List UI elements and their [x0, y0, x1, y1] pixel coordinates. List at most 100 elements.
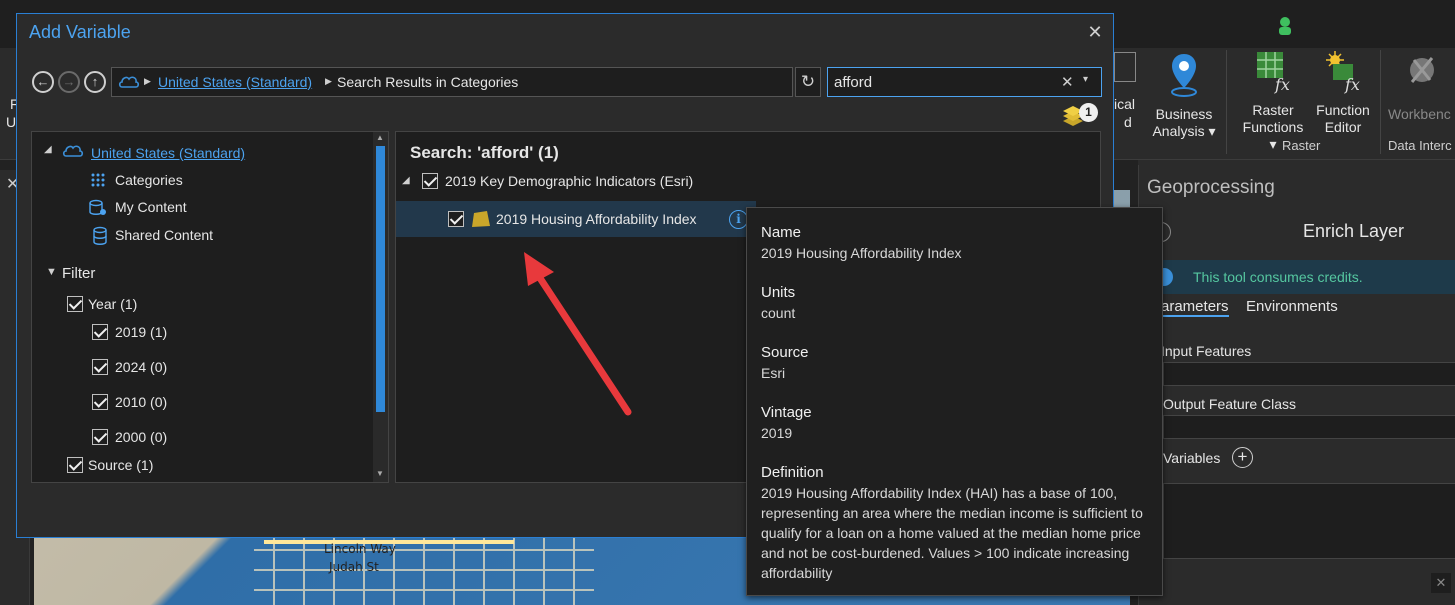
- geoprocessing-pane-title: Geoprocessing: [1147, 177, 1275, 198]
- breadcrumb-current: Search Results in Categories: [337, 74, 519, 90]
- category-label[interactable]: 2019 Key Demographic Indicators (Esri): [445, 173, 693, 189]
- analytical-button[interactable]: [1114, 52, 1144, 86]
- year-2000-label: 2000 (0): [115, 429, 168, 445]
- year-2019-label: 2019 (1): [115, 324, 168, 340]
- tree-item-my-content[interactable]: My Content: [115, 199, 187, 215]
- collapse-icon[interactable]: ◢: [402, 175, 410, 186]
- function-editor-button[interactable]: fx Function Editor: [1312, 50, 1374, 136]
- tooltip-vintage-value: 2019: [761, 425, 793, 441]
- analytical-label: d: [1124, 114, 1132, 130]
- analytical-label: ical: [1114, 96, 1136, 112]
- user-status-icon[interactable]: [1278, 16, 1292, 41]
- ribbon-partial-label: U: [6, 114, 17, 130]
- filter-label: Filter: [62, 265, 96, 282]
- output-feature-class-label: Output Feature Class: [1163, 396, 1297, 412]
- business-analysis-label: Analysis ▾: [1152, 123, 1216, 139]
- variable-row[interactable]: 2019 Housing Affordability Index i: [396, 201, 756, 237]
- geoprocessing-pane: Geoprocessing Enrich Layer This tool con…: [1138, 165, 1455, 605]
- year-2010-label: 2010 (0): [115, 394, 168, 410]
- function-editor-label: Editor: [1324, 119, 1362, 135]
- tree-item-categories[interactable]: Categories: [115, 172, 183, 188]
- shared-content-database-icon: [90, 226, 110, 251]
- svg-text:fx: fx: [1344, 75, 1360, 94]
- scrollbar-thumb[interactable]: [376, 146, 385, 412]
- input-features-label: Input Features: [1161, 343, 1252, 359]
- tab-environments[interactable]: Environments: [1246, 298, 1338, 315]
- search-input-value[interactable]: afford: [834, 74, 872, 91]
- map-street-label: Judah St: [329, 560, 379, 574]
- tooltip-name-value: 2019 Housing Affordability Index: [761, 245, 962, 261]
- breadcrumb-separator-icon: ▶: [144, 76, 151, 86]
- scroll-down-icon[interactable]: ▼: [376, 469, 384, 478]
- raster-grid-fx-icon: fx: [1238, 50, 1308, 98]
- up-arrow-icon[interactable]: ↑: [84, 71, 106, 93]
- year-2000-checkbox[interactable]: [92, 429, 108, 445]
- function-editor-icon: fx: [1312, 50, 1374, 98]
- variables-list[interactable]: [1163, 483, 1455, 559]
- business-analysis-button[interactable]: Business Analysis ▾: [1150, 50, 1218, 140]
- tree-item-shared-content[interactable]: Shared Content: [115, 227, 213, 243]
- workbench-tools-icon: [1388, 50, 1455, 102]
- function-editor-label: Function: [1316, 102, 1370, 118]
- business-analysis-label: Business: [1155, 106, 1213, 122]
- category-tree: ◢ United States (Standard) Categories My…: [31, 131, 389, 483]
- cloud-globe-icon: [62, 140, 86, 167]
- tooltip-definition-value: 2019 Housing Affordability Index (HAI) h…: [761, 485, 1143, 581]
- polygon-layer-icon: [471, 210, 491, 233]
- output-feature-class-field[interactable]: [1163, 415, 1455, 439]
- year-2024-checkbox[interactable]: [92, 359, 108, 375]
- tooltip-units-value: count: [761, 305, 796, 321]
- filter-collapse-icon[interactable]: ▼: [46, 266, 57, 278]
- tree-scrollbar[interactable]: ▲ ▼: [373, 132, 388, 482]
- input-features-field[interactable]: [1163, 362, 1455, 386]
- refresh-icon[interactable]: ↻: [795, 67, 821, 97]
- dialog-title: Add Variable: [29, 22, 131, 42]
- tooltip-source-label: Source: [761, 344, 809, 361]
- breadcrumb-root-link[interactable]: United States (Standard): [158, 74, 312, 90]
- tool-title: Enrich Layer: [1303, 221, 1405, 241]
- workbench-button[interactable]: Workbenc: [1388, 50, 1455, 123]
- results-heading: Search: 'afford' (1): [410, 143, 559, 162]
- selected-count-badge: 1: [1079, 103, 1098, 122]
- data-interop-group-label: Data Interc: [1388, 138, 1452, 153]
- my-content-database-icon: [88, 199, 108, 222]
- variable-checkbox[interactable]: [448, 211, 464, 227]
- category-checkbox[interactable]: [422, 173, 438, 189]
- search-dropdown-icon[interactable]: ▾: [1083, 74, 1088, 85]
- add-variable-icon[interactable]: +: [1232, 447, 1253, 468]
- breadcrumb-separator-icon: ▶: [325, 76, 332, 86]
- source-checkbox[interactable]: [67, 457, 83, 473]
- tooltip-definition-label: Definition: [761, 464, 824, 481]
- collapse-icon[interactable]: ◢: [44, 144, 52, 155]
- search-input[interactable]: afford ✕ ▾: [827, 67, 1102, 97]
- variable-info-tooltip: Name 2019 Housing Affordability Index Un…: [746, 207, 1163, 596]
- tooltip-source-value: Esri: [761, 365, 786, 381]
- scroll-up-icon[interactable]: ▲: [376, 133, 384, 142]
- year-filter-label: Year (1): [88, 296, 138, 312]
- year-2010-checkbox[interactable]: [92, 394, 108, 410]
- raster-functions-label: Raster: [1252, 102, 1294, 118]
- tooltip-vintage-label: Vintage: [761, 404, 812, 421]
- clear-search-icon[interactable]: ✕: [1061, 73, 1074, 91]
- variable-label[interactable]: 2019 Housing Affordability Index: [496, 211, 697, 227]
- forward-arrow-icon[interactable]: →: [58, 71, 80, 93]
- ribbon-separator: [1380, 50, 1381, 154]
- year-2024-label: 2024 (0): [115, 359, 168, 375]
- back-arrow-icon[interactable]: ←: [32, 71, 54, 93]
- workbench-label: Workbenc: [1388, 106, 1451, 122]
- tooltip-units-label: Units: [761, 284, 796, 301]
- categories-grid-icon: [90, 172, 106, 193]
- tooltip-name-label: Name: [761, 224, 802, 241]
- source-filter-label: Source (1): [88, 457, 154, 473]
- credits-message: This tool consumes credits.: [1193, 269, 1363, 285]
- variables-label: Variables: [1163, 450, 1221, 466]
- location-pin-icon: [1150, 50, 1218, 102]
- year-2019-checkbox[interactable]: [92, 324, 108, 340]
- map-street-label: Lincoln Way: [324, 542, 396, 556]
- cloud-globe-icon: [118, 71, 140, 98]
- year-checkbox[interactable]: [67, 296, 83, 312]
- tree-root-link[interactable]: United States (Standard): [91, 145, 245, 161]
- close-icon[interactable]: ✕: [1431, 573, 1451, 593]
- close-icon[interactable]: ✕: [1083, 20, 1107, 44]
- breadcrumb[interactable]: ▶ United States (Standard) ▶ Search Resu…: [111, 67, 793, 97]
